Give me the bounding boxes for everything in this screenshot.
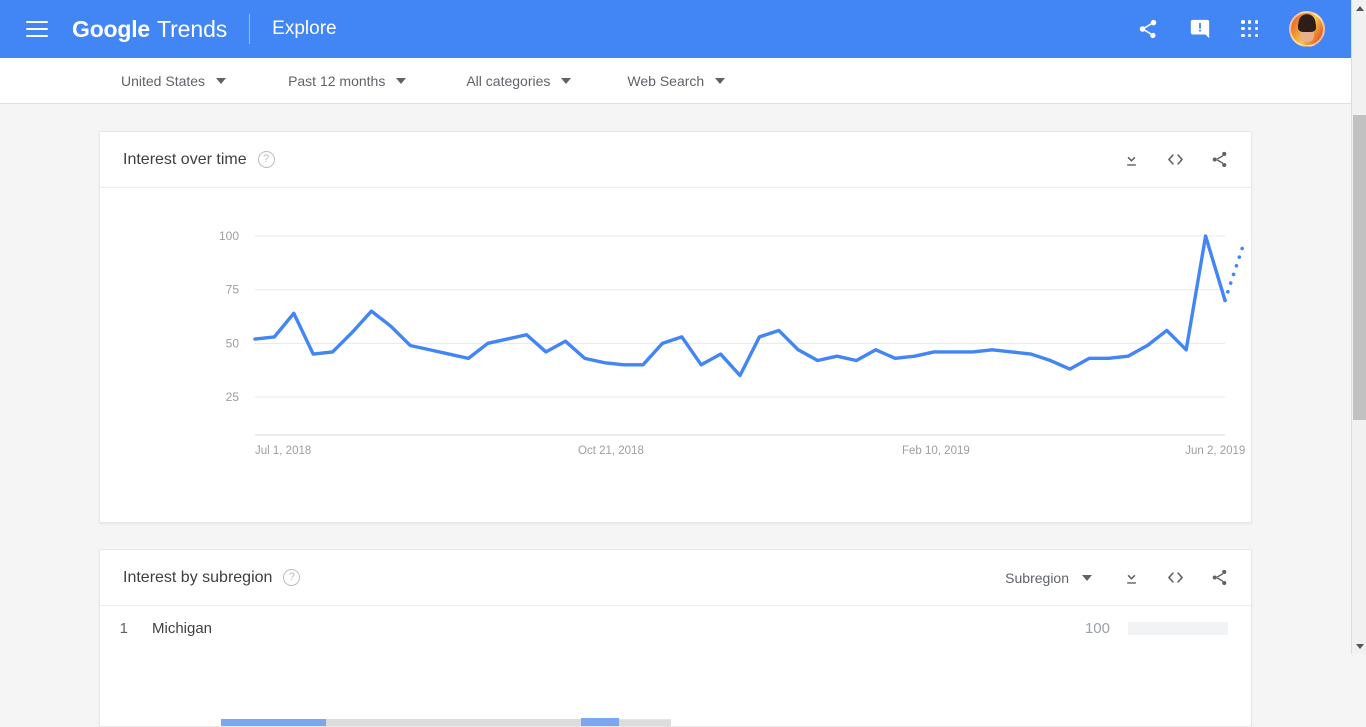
table-row[interactable]: 1 Michigan 100 [100,606,1251,650]
header-actions [1137,11,1351,47]
interest-over-time-card: Interest over time ? 25 50 75 100 Jul 1,… [99,131,1252,523]
interest-by-subregion-card: Interest by subregion ? Subregion 1 Mich… [99,549,1252,727]
subregion-name: Michigan [152,619,213,637]
chevron-down-icon [396,77,407,84]
svg-text:Jul 1, 2018: Jul 1, 2018 [255,445,311,457]
header-divider [249,14,251,44]
interest-over-time-chart[interactable]: 25 50 75 100 Jul 1, 2018 Oct 21, 2018 Feb 10, … [100,188,1251,522]
filter-search-type-label: Web Search [627,72,705,89]
help-icon[interactable]: ? [257,151,275,168]
scroll-down-button[interactable] [1352,638,1366,654]
apps-grid-icon[interactable] [1241,20,1259,38]
interest-by-subregion-title: Interest by subregion [123,568,273,586]
share-icon[interactable] [1210,150,1229,169]
filter-search-type[interactable]: Web Search [627,72,726,89]
svg-text:50: 50 [226,336,240,350]
content-area: Interest over time ? 25 50 75 100 Jul 1,… [0,105,1351,727]
filter-location[interactable]: United States [121,72,227,89]
svg-text:Oct 21, 2018: Oct 21, 2018 [578,445,644,457]
filter-category[interactable]: All categories [466,72,572,89]
subregion-select-label: Subregion [1005,569,1069,586]
scroll-up-button[interactable] [1352,0,1366,16]
subregion-select[interactable]: Subregion [1005,570,1092,586]
chevron-down-icon [561,77,572,84]
filter-time-range[interactable]: Past 12 months [288,72,407,89]
svg-text:Jun 2, 2019: Jun 2, 2019 [1185,445,1245,457]
interest-by-subregion-actions: Subregion [1005,567,1229,588]
hamburger-menu-icon[interactable] [26,21,48,37]
trends-line-chart-svg: 25 50 75 100 Jul 1, 2018 Oct 21, 2018 Feb 10, … [219,229,1245,457]
interest-over-time-actions [1122,149,1229,170]
explore-nav-link[interactable]: Explore [272,18,336,40]
svg-text:Feb 10, 2019: Feb 10, 2019 [902,445,970,457]
subregion-rank: 1 [119,619,128,637]
brand-product-text: Trends [157,15,228,42]
brand-logo[interactable]: Google Trends [72,16,227,43]
filter-category-label: All categories [466,72,551,89]
chevron-down-icon [1082,574,1092,581]
feedback-icon[interactable] [1189,18,1211,40]
subregion-value: 100 [1084,619,1110,637]
filter-time-range-label: Past 12 months [288,72,386,89]
download-icon[interactable] [1122,568,1141,587]
interest-over-time-header: Interest over time ? [100,132,1251,188]
interest-over-time-title: Interest over time [123,150,247,168]
help-icon[interactable]: ? [283,569,301,586]
subregion-bar-track [1128,621,1228,635]
svg-text:75: 75 [226,283,240,297]
brand-google-text: Google [72,15,151,42]
chevron-down-icon [216,77,227,84]
subregion-map-strip[interactable] [221,716,671,726]
svg-text:100: 100 [219,229,239,243]
scrollbar-thumb[interactable] [1353,115,1366,420]
filter-location-label: United States [121,72,206,89]
app-header: Google Trends Explore [0,0,1351,58]
share-icon[interactable] [1210,568,1229,587]
filter-bar: United States Past 12 months All categor… [0,58,1351,104]
share-icon[interactable] [1137,18,1159,40]
embed-code-icon[interactable] [1165,149,1186,170]
chevron-down-icon [715,77,726,84]
page-scrollbar[interactable] [1351,0,1366,654]
svg-text:25: 25 [226,390,240,404]
download-icon[interactable] [1122,150,1141,169]
user-avatar[interactable] [1289,11,1325,47]
embed-code-icon[interactable] [1165,567,1186,588]
subregion-list: 1 Michigan 100 [100,606,1251,726]
interest-by-subregion-header: Interest by subregion ? Subregion [100,550,1251,606]
